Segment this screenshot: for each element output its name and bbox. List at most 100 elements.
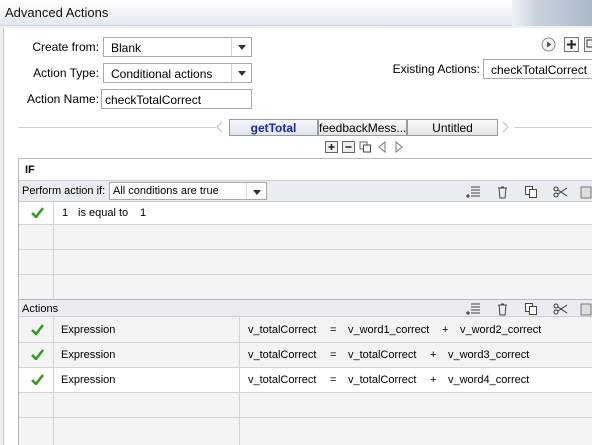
action-type-cell[interactable]: Expression	[54, 343, 240, 367]
action-equals: =	[330, 374, 337, 386]
action-type: Expression	[61, 374, 116, 386]
action-target[interactable]: v_totalCorrect	[248, 374, 316, 386]
paste-icon[interactable]	[579, 302, 592, 316]
perform-action-bar: Perform action if: All conditions are tr…	[19, 181, 592, 202]
actions-panel: Actions Expression v_totalCorrect = v_wo…	[18, 299, 592, 445]
tab-label: Untitled	[432, 121, 473, 135]
move-left-icon[interactable]	[377, 141, 388, 153]
tab-label: getTotal	[250, 121, 297, 135]
remove-decision-icon[interactable]	[342, 141, 355, 153]
add-action-icon[interactable]	[564, 37, 579, 52]
action-plus: +	[430, 349, 437, 361]
checkmark-icon[interactable]	[31, 207, 44, 218]
copy-icon[interactable]	[524, 185, 539, 199]
action-type-cell[interactable]: Expression	[54, 368, 240, 392]
checkmark-icon[interactable]	[31, 324, 44, 335]
condition-right[interactable]: 1	[140, 207, 146, 219]
tab-label: feedbackMess...	[319, 121, 407, 135]
tab-feedbackmess[interactable]: feedbackMess...	[318, 119, 407, 136]
condition-left[interactable]: 1	[62, 207, 68, 219]
create-from-label: Create from:	[32, 40, 99, 54]
checkmark-icon[interactable]	[31, 374, 44, 385]
type-cell	[54, 393, 240, 417]
create-from-value: Blank	[111, 41, 142, 55]
actions-title: Actions	[22, 303, 59, 315]
action-operand-b[interactable]: v_word2_correct	[460, 324, 541, 336]
action-plus: +	[430, 374, 437, 386]
chevron-down-icon[interactable]	[231, 38, 251, 56]
type-cell	[54, 418, 240, 445]
condition-operator[interactable]: is equal to	[78, 207, 128, 219]
tab-separator-right	[514, 127, 592, 128]
action-type-cell[interactable]: Expression	[54, 317, 240, 342]
actions-header: Actions	[19, 300, 592, 317]
action-check-cell[interactable]	[19, 317, 54, 342]
perform-action-label: Perform action if:	[22, 185, 106, 197]
action-row[interactable]: Expression v_totalCorrect = v_totalCorre…	[19, 343, 592, 368]
check-cell	[19, 393, 54, 417]
chevron-left-icon[interactable]	[215, 121, 225, 133]
if-panel: IF Perform action if: All conditions are…	[18, 158, 592, 300]
action-type: Expression	[61, 324, 116, 336]
if-header: IF	[19, 159, 592, 181]
condition-check-cell[interactable]	[19, 202, 54, 224]
trash-icon[interactable]	[495, 302, 510, 316]
chevron-down-icon[interactable]	[246, 183, 266, 199]
check-cell	[19, 418, 54, 445]
action-operand-b[interactable]: v_word3_correct	[448, 349, 529, 361]
add-condition-icon[interactable]	[466, 185, 481, 199]
tab-separator-left	[18, 127, 216, 128]
copy-icon[interactable]	[524, 302, 539, 316]
check-cell	[19, 250, 54, 274]
checkmark-icon[interactable]	[31, 349, 44, 360]
action-name-value: checkTotalCorrect	[105, 93, 202, 107]
existing-actions-value: checkTotalCorrect	[491, 63, 588, 77]
add-action-row-icon[interactable]	[466, 302, 481, 316]
action-operand-a[interactable]: v_totalCorrect	[348, 374, 416, 386]
check-cell	[19, 275, 54, 300]
action-operand-a[interactable]: v_totalCorrect	[348, 349, 416, 361]
action-check-cell[interactable]	[19, 368, 54, 392]
existing-actions-dropdown[interactable]: checkTotalCorrect	[483, 59, 592, 79]
scissors-icon[interactable]	[553, 302, 568, 316]
if-title: IF	[25, 164, 35, 176]
action-equals: =	[330, 349, 337, 361]
action-row[interactable]: Expression v_totalCorrect = v_word1_corr…	[19, 317, 592, 343]
tab-untitled[interactable]: Untitled	[407, 119, 498, 136]
action-type: Expression	[61, 349, 116, 361]
empty-action-row[interactable]	[19, 393, 592, 418]
empty-action-row[interactable]	[19, 418, 592, 445]
action-target[interactable]: v_totalCorrect	[248, 349, 316, 361]
action-type-dropdown[interactable]: Conditional actions	[103, 63, 252, 83]
empty-condition-row[interactable]	[19, 250, 592, 275]
action-operand-b[interactable]: v_word4_correct	[448, 374, 529, 386]
empty-condition-row[interactable]	[19, 225, 592, 250]
create-from-dropdown[interactable]: Blank	[103, 37, 252, 57]
preview-play-icon[interactable]	[541, 37, 556, 52]
window-controls-area	[512, 0, 592, 26]
trash-icon[interactable]	[495, 185, 510, 199]
action-equals: =	[330, 324, 337, 336]
scissors-icon[interactable]	[553, 185, 568, 199]
empty-condition-row[interactable]	[19, 275, 592, 300]
window-title: Advanced Actions	[5, 5, 109, 20]
action-name-input[interactable]: checkTotalCorrect	[101, 89, 252, 109]
action-type-value: Conditional actions	[111, 67, 213, 81]
copy-decision-icon[interactable]	[359, 141, 372, 153]
action-type-label: Action Type:	[33, 66, 99, 80]
perform-action-value: All conditions are true	[113, 185, 219, 197]
action-check-cell[interactable]	[19, 343, 54, 367]
move-right-icon[interactable]	[393, 141, 404, 153]
action-target[interactable]: v_totalCorrect	[248, 324, 316, 336]
tab-gettotal[interactable]: getTotal	[229, 119, 318, 136]
add-decision-icon[interactable]	[325, 141, 338, 153]
condition-row[interactable]: 1 is equal to 1	[19, 202, 592, 225]
action-operand-a[interactable]: v_word1_correct	[348, 324, 429, 336]
chevron-down-icon[interactable]	[231, 64, 251, 82]
perform-action-dropdown[interactable]: All conditions are true	[109, 182, 267, 200]
chevron-right-icon[interactable]	[500, 121, 510, 133]
paste-icon[interactable]	[579, 185, 592, 199]
duplicate-action-icon[interactable]	[584, 37, 592, 52]
title-bar: Advanced Actions	[0, 0, 592, 26]
action-row-selected[interactable]: Expression v_totalCorrect = v_totalCorre…	[19, 368, 592, 393]
